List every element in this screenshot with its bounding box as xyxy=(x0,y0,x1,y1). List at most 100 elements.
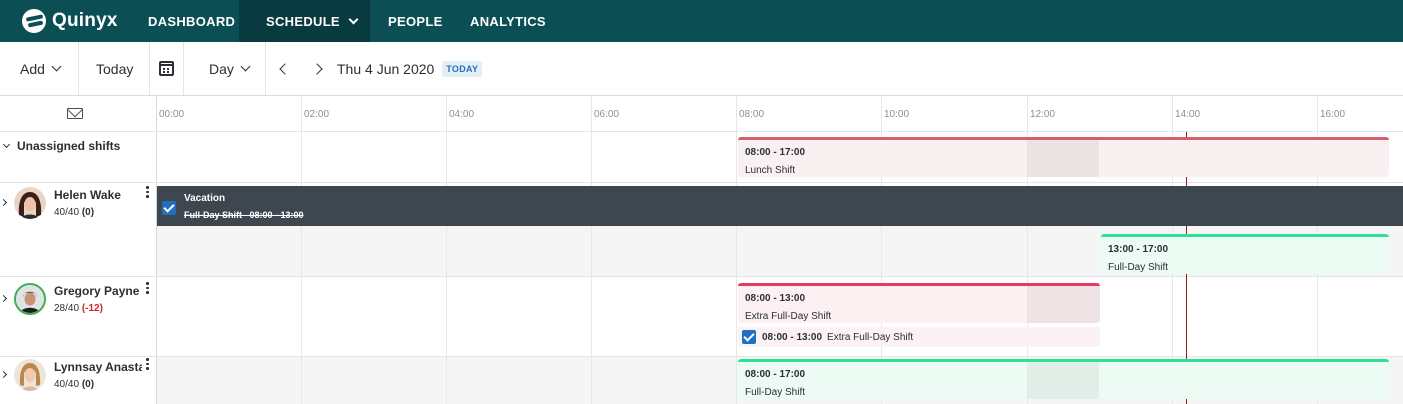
employee-name[interactable]: Lynnsay Anasta xyxy=(54,360,142,374)
more-options-icon[interactable] xyxy=(146,282,149,295)
hour-label: 12:00 xyxy=(1030,109,1056,120)
shift-time: 08:00 - 17:00 xyxy=(745,147,806,158)
toolbar-divider xyxy=(265,42,266,95)
hour-gridline xyxy=(446,96,447,404)
nav-analytics[interactable]: ANALYTICS xyxy=(470,0,546,42)
timeline-header: 00:00 02:00 04:00 06:00 08:00 10:00 12:0… xyxy=(0,96,1403,132)
hour-label: 06:00 xyxy=(594,109,620,120)
calendar-icon xyxy=(159,61,174,76)
shift-card-full-day[interactable]: 13:00 - 17:00 Full-Day Shift xyxy=(1101,234,1389,274)
row-divider xyxy=(0,276,1403,277)
chevron-down-icon xyxy=(240,61,251,72)
chevron-down-icon xyxy=(2,140,11,149)
more-options-icon[interactable] xyxy=(146,358,149,371)
shift-card-full-day[interactable]: 08:00 - 17:00 Full-Day Shift xyxy=(738,359,1389,399)
hours-diff: (-12) xyxy=(81,303,103,314)
hour-gridline xyxy=(301,96,302,404)
brand-logo-link[interactable]: Quinyx xyxy=(0,0,130,42)
schedule-toolbar: Add Today Day Thu 4 Jun 2020 TODAY xyxy=(0,42,1403,96)
employee-name[interactable]: Gregory Payne xyxy=(54,284,142,298)
next-day-button[interactable] xyxy=(311,42,323,95)
absence-bar-vacation[interactable]: Vacation Full-Day Shift 08:00 - 13:00 xyxy=(157,186,1403,226)
employee-row-gregory-payne: Gregory Payne 28/40 (-12) xyxy=(0,278,156,328)
shift-name: Full-Day Shift xyxy=(1108,262,1169,273)
unassigned-shifts-label: Unassigned shifts xyxy=(17,139,121,153)
absence-title: Vacation xyxy=(184,193,226,204)
brand-name: Quinyx xyxy=(52,10,118,31)
shift-time: 08:00 - 13:00 xyxy=(745,293,806,304)
shift-name: Lunch Shift xyxy=(745,165,796,176)
view-label: Day xyxy=(209,60,234,77)
task-card[interactable]: 08:00 - 13:00 Extra Full-Day Shift xyxy=(738,327,1100,347)
row-divider xyxy=(0,182,1403,183)
checkbox-checked-icon[interactable] xyxy=(742,330,756,344)
chevron-left-icon xyxy=(279,62,291,75)
chevron-right-icon xyxy=(311,62,323,75)
shift-time: 13:00 - 17:00 xyxy=(1108,244,1169,255)
nav-schedule[interactable]: SCHEDULE xyxy=(239,0,370,42)
view-dropdown-button[interactable]: Day xyxy=(209,42,251,95)
break-segment xyxy=(1027,362,1099,399)
shift-name: Extra Full-Day Shift xyxy=(745,311,832,322)
chevron-right-icon[interactable] xyxy=(0,370,8,379)
hours-ratio: 28/40 xyxy=(54,303,80,314)
toolbar-divider xyxy=(149,42,150,95)
calendar-button[interactable] xyxy=(159,42,174,95)
employee-name[interactable]: Helen Wake xyxy=(54,188,142,202)
avatar xyxy=(14,359,46,391)
hour-label: 04:00 xyxy=(449,109,475,120)
break-segment xyxy=(1027,140,1099,177)
nav-schedule-label: SCHEDULE xyxy=(266,13,340,29)
shift-name: Full-Day Shift xyxy=(745,387,806,398)
unassigned-shifts-toggle[interactable]: Unassigned shifts xyxy=(0,132,120,182)
hour-label: 14:00 xyxy=(1175,109,1201,120)
left-column-border xyxy=(156,96,157,404)
avatar xyxy=(14,187,46,219)
shift-time: 08:00 - 17:00 xyxy=(745,369,806,380)
hour-label: 08:00 xyxy=(739,109,765,120)
shift-card-lunch[interactable]: 08:00 - 17:00 Lunch Shift xyxy=(738,137,1389,177)
employee-hours: 40/40 (0) xyxy=(54,379,94,390)
chevron-down-icon xyxy=(348,14,359,24)
previous-day-button[interactable] xyxy=(279,42,291,95)
chevron-right-icon[interactable] xyxy=(0,198,8,207)
hours-diff: (0) xyxy=(81,207,95,218)
employee-hours: 28/40 (-12) xyxy=(54,303,103,314)
add-dropdown-button[interactable]: Add xyxy=(20,42,62,95)
avatar xyxy=(14,283,46,315)
add-label: Add xyxy=(20,60,45,77)
absence-shift-name: Full-Day Shift xyxy=(184,210,242,220)
chevron-right-icon[interactable] xyxy=(0,294,8,303)
hour-label: 10:00 xyxy=(884,109,910,120)
chevron-down-icon xyxy=(51,61,62,72)
date-display: Thu 4 Jun 2020 TODAY xyxy=(337,42,483,95)
hour-label: 00:00 xyxy=(159,109,185,120)
today-button[interactable]: Today xyxy=(96,42,133,95)
hour-gridline xyxy=(591,96,592,404)
hour-label: 02:00 xyxy=(304,109,330,120)
task-name: Extra Full-Day Shift xyxy=(827,331,914,343)
hours-ratio: 40/40 xyxy=(54,207,80,218)
absence-shift-time: 08:00 - 13:00 xyxy=(249,210,304,220)
current-date: Thu 4 Jun 2020 xyxy=(337,60,435,77)
row-divider xyxy=(0,356,1403,357)
schedule-grid: 00:00 02:00 04:00 06:00 08:00 10:00 12:0… xyxy=(0,96,1403,404)
employee-hours: 40/40 (0) xyxy=(54,207,94,218)
hours-ratio: 40/40 xyxy=(54,379,80,390)
more-options-icon[interactable] xyxy=(146,186,149,199)
hour-label: 16:00 xyxy=(1320,109,1346,120)
top-navigation: Quinyx DASHBOARD SCHEDULE PEOPLE ANALYTI… xyxy=(0,0,1403,42)
task-time: 08:00 - 13:00 xyxy=(762,331,823,343)
toolbar-divider xyxy=(183,42,184,95)
nav-people[interactable]: PEOPLE xyxy=(388,0,443,42)
hours-diff: (0) xyxy=(81,379,95,390)
mail-icon[interactable] xyxy=(67,108,83,119)
break-segment xyxy=(1027,286,1100,323)
toolbar-divider xyxy=(78,42,79,95)
checkbox-checked-icon[interactable] xyxy=(162,201,176,215)
nav-dashboard[interactable]: DASHBOARD xyxy=(148,0,235,42)
employee-row-helen-wake: Helen Wake 40/40 (0) xyxy=(0,182,156,232)
absence-detail: Full-Day Shift 08:00 - 13:00 xyxy=(184,210,304,220)
shift-card-extra-full-day[interactable]: 08:00 - 13:00 Extra Full-Day Shift xyxy=(738,283,1100,323)
hour-gridline xyxy=(736,96,737,404)
